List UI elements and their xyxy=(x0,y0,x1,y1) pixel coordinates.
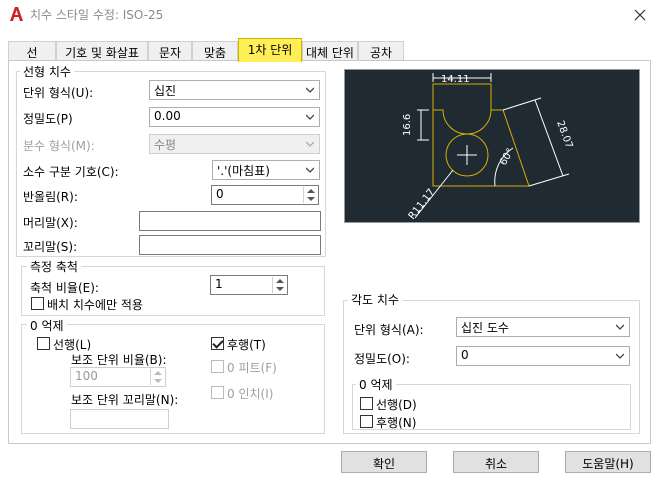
angular-precision-label: 정밀도(O): xyxy=(354,352,410,366)
trailing-zero-label: 후행(T) xyxy=(227,338,266,352)
precision-combo[interactable]: 0.00 xyxy=(149,107,320,127)
tab-text[interactable]: 문자 xyxy=(148,41,192,61)
sub-units-factor-label: 보조 단위 비율(B): xyxy=(71,353,167,367)
preview-dim-top: 14.11 xyxy=(441,74,470,85)
unit-format-value: 십진 xyxy=(154,84,177,98)
close-button[interactable] xyxy=(628,4,652,26)
angular-unit-format-label: 단위 형식(A): xyxy=(354,323,424,337)
leading-zero-checkbox[interactable] xyxy=(37,337,50,350)
decimal-separator-label: 소수 구분 기호(C): xyxy=(23,165,119,179)
sub-units-factor-spin-buttons xyxy=(150,369,164,385)
zero-inches-label: 0 인치(I) xyxy=(227,387,274,401)
decimal-separator-value: '.'(마침표) xyxy=(217,164,270,178)
preview-dim-right: 28.07 xyxy=(554,119,574,150)
dimension-preview-drawing: 14.11 16.6 28.07 60° R11.17 xyxy=(402,73,574,222)
preview-pane: 14.11 16.6 28.07 60° R11.17 xyxy=(344,69,640,223)
round-off-spinner[interactable]: 0 xyxy=(211,185,319,205)
autocad-logo-icon xyxy=(10,7,23,21)
chevron-down-icon xyxy=(306,141,314,147)
zero-suppression-title: 0 억제 xyxy=(27,317,67,334)
scale-factor-label: 축척 비율(E): xyxy=(30,281,99,295)
chevron-down-icon xyxy=(306,87,314,93)
sub-units-suffix-input xyxy=(70,409,169,429)
precision-value: 0.00 xyxy=(154,109,181,123)
sub-units-factor-spinner: 100 xyxy=(70,367,166,387)
close-icon xyxy=(634,9,646,21)
scale-factor-spinner[interactable]: 1 xyxy=(210,275,288,295)
angular-unit-format-combo[interactable]: 십진 도수 xyxy=(456,317,630,337)
angular-trailing-label: 후행(N) xyxy=(376,416,417,430)
suffix-input[interactable] xyxy=(139,235,321,255)
round-off-value: 0 xyxy=(216,187,224,201)
cancel-button[interactable]: 취소 xyxy=(453,451,539,473)
angular-precision-combo[interactable]: 0 xyxy=(456,346,630,366)
fraction-format-label: 분수 형식(M): xyxy=(23,139,95,153)
tab-primary-units[interactable]: 1차 단위 xyxy=(238,38,302,62)
chevron-down-icon xyxy=(616,324,624,330)
help-button[interactable]: 도움말(H) xyxy=(565,451,651,473)
angular-leading-checkbox[interactable] xyxy=(360,397,373,410)
scale-factor-value: 1 xyxy=(215,277,223,291)
chevron-down-icon xyxy=(306,167,314,173)
prefix-input[interactable] xyxy=(139,211,321,231)
preview-dim-angle: 60° xyxy=(498,147,516,168)
tab-alternate-units[interactable]: 대체 단위 xyxy=(302,41,358,61)
fraction-format-value: 수평 xyxy=(154,138,177,152)
zero-feet-label: 0 피트(F) xyxy=(227,361,277,375)
round-off-label: 반올림(R): xyxy=(23,190,78,204)
tab-lines[interactable]: 선 xyxy=(8,41,56,61)
unit-format-combo[interactable]: 십진 xyxy=(149,80,320,100)
tab-tolerances[interactable]: 공차 xyxy=(358,41,404,61)
tab-fit[interactable]: 맞춤 xyxy=(192,41,238,61)
zero-inches-checkbox xyxy=(211,386,224,399)
sub-units-suffix-label: 보조 단위 꼬리말(N): xyxy=(71,393,179,407)
tab-symbols-arrows[interactable]: 기호 및 화살표 xyxy=(56,41,148,61)
sub-units-factor-value: 100 xyxy=(75,369,98,383)
ok-button[interactable]: 확인 xyxy=(341,451,427,473)
trailing-zero-checkbox[interactable] xyxy=(211,337,224,350)
angular-zero-suppression-title: 0 억제 xyxy=(356,376,396,393)
suffix-label: 꼬리말(S): xyxy=(23,240,78,254)
preview-dim-radius: R11.17 xyxy=(407,187,438,222)
precision-label: 정밀도(P) xyxy=(23,112,73,126)
unit-format-label: 단위 형식(U): xyxy=(23,86,94,100)
fraction-format-combo: 수평 xyxy=(149,134,320,154)
linear-dimensions-title: 선형 치수 xyxy=(20,63,74,80)
window-title: 치수 스타일 수정: ISO-25 xyxy=(30,8,164,22)
angular-precision-value: 0 xyxy=(461,348,469,362)
angular-trailing-checkbox[interactable] xyxy=(360,415,373,428)
scale-factor-spin-buttons[interactable] xyxy=(272,277,286,293)
measurement-scale-title: 측정 축척 xyxy=(27,258,81,275)
zero-feet-checkbox xyxy=(211,360,224,373)
prefix-label: 머리말(X): xyxy=(23,216,78,230)
round-off-spin-buttons[interactable] xyxy=(303,187,317,203)
angular-leading-label: 선행(D) xyxy=(376,398,417,412)
chevron-down-icon xyxy=(616,353,624,359)
layout-only-label: 배치 치수에만 적용 xyxy=(47,298,143,312)
title-bar: 치수 스타일 수정: ISO-25 xyxy=(0,0,657,30)
decimal-separator-combo[interactable]: '.'(마침표) xyxy=(212,160,320,180)
angular-dimensions-title: 각도 치수 xyxy=(348,291,402,308)
layout-only-checkbox[interactable] xyxy=(31,297,44,310)
chevron-down-icon xyxy=(306,114,314,120)
preview-dim-left: 16.6 xyxy=(402,114,413,136)
angular-unit-format-value: 십진 도수 xyxy=(461,321,509,335)
